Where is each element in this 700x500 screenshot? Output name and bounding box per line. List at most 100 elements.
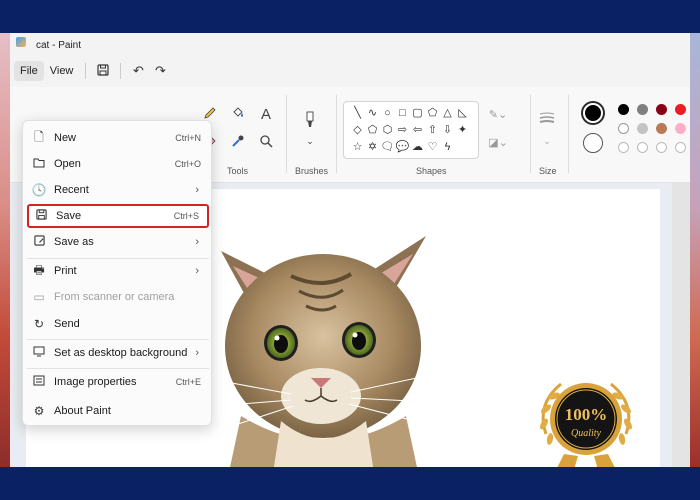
save-icon	[29, 209, 53, 223]
menu-item-open[interactable]: Open Ctrl+O	[27, 152, 209, 176]
brush-icon[interactable]	[300, 111, 320, 131]
menu-item-shortcut: Ctrl+S	[173, 211, 199, 221]
palette-swatch[interactable]	[618, 104, 629, 115]
arrow-down-shape-icon[interactable]: ⇩	[440, 123, 455, 137]
menu-item-about-paint[interactable]: ⚙ About Paint	[27, 399, 209, 423]
right-triangle-shape-icon[interactable]: ◺	[455, 106, 470, 120]
view-menu-button[interactable]: View	[44, 61, 80, 81]
curve-shape-icon[interactable]: ∿	[365, 106, 380, 120]
undo-icon[interactable]: ↶	[127, 63, 149, 79]
printer-icon: 🖶	[33, 262, 45, 277]
primary-color-swatch[interactable]	[583, 103, 603, 123]
menu-item-label: Image properties	[54, 376, 137, 388]
menu-item-label: New	[54, 132, 77, 144]
secondary-color-swatch[interactable]	[583, 133, 603, 153]
four-point-star-shape-icon[interactable]: ✦	[455, 123, 470, 137]
vertical-scrollbar[interactable]	[672, 183, 690, 467]
quality-badge-image: 100% Quality	[540, 382, 632, 467]
callout-oval-shape-icon[interactable]: 💬	[395, 140, 410, 154]
size-group-label: Size	[539, 166, 557, 176]
palette-swatch[interactable]	[656, 123, 667, 134]
redo-icon[interactable]: ↷	[149, 63, 171, 79]
title-bar: cat - Paint	[10, 33, 690, 57]
size-dropdown-chevron-icon[interactable]: ⌄	[537, 131, 557, 151]
menu-item-label: Set as desktop background	[54, 347, 188, 359]
palette-swatch[interactable]	[675, 123, 686, 134]
callout-cloud-shape-icon[interactable]: ☁	[410, 140, 425, 154]
polygon-shape-icon[interactable]: ⬠	[425, 106, 440, 120]
rectangle-shape-icon[interactable]: □	[395, 106, 410, 120]
text-tool-icon[interactable]: A	[256, 105, 276, 125]
color-picker-icon[interactable]	[228, 133, 248, 153]
badge-percent-text: 100%	[565, 405, 608, 424]
oval-shape-icon[interactable]: ○	[380, 106, 395, 120]
desktop-wallpaper-right	[690, 33, 700, 467]
triangle-shape-icon[interactable]: △	[440, 106, 455, 120]
callout-rect-shape-icon[interactable]: 🗨	[380, 140, 395, 154]
lightning-shape-icon[interactable]: ϟ	[440, 140, 455, 154]
fill-bucket-icon[interactable]	[228, 105, 248, 125]
pentagon-shape-icon[interactable]: ⬠	[365, 123, 380, 137]
menu-item-set-desktop-background[interactable]: Set as desktop background ›	[27, 341, 209, 365]
palette-swatch[interactable]	[656, 104, 667, 115]
fill-icon[interactable]: ◪⌄	[488, 133, 508, 153]
menu-item-new[interactable]: 🗋 New Ctrl+N	[27, 126, 209, 150]
palette-swatch[interactable]	[618, 123, 629, 134]
menu-item-label: Save as	[54, 236, 94, 248]
menu-item-label: Send	[54, 318, 80, 330]
file-menu-button[interactable]: File	[14, 61, 44, 81]
menu-bar: File View ↶ ↷	[10, 57, 690, 85]
window-title: cat - Paint	[36, 39, 82, 51]
menu-item-label: About Paint	[54, 405, 111, 417]
menu-item-save-as[interactable]: Save as ›	[27, 230, 209, 254]
arrow-right-shape-icon[interactable]: ⇨	[395, 123, 410, 137]
arrow-up-shape-icon[interactable]: ⇧	[425, 123, 440, 137]
menu-separator	[27, 368, 209, 369]
menu-separator	[27, 339, 209, 340]
scanner-icon: ▭	[33, 290, 45, 304]
menu-item-send[interactable]: ↻ Send	[27, 312, 209, 336]
save-icon[interactable]	[92, 63, 114, 79]
five-point-star-shape-icon[interactable]: ☆	[350, 140, 365, 154]
palette-swatch[interactable]	[675, 104, 686, 115]
hexagon-shape-icon[interactable]: ⬡	[380, 123, 395, 137]
menu-item-shortcut: Ctrl+E	[175, 377, 201, 387]
outline-icon[interactable]: ✎⌄	[488, 105, 508, 125]
menu-item-save[interactable]: Save Ctrl+S	[27, 204, 209, 228]
palette-empty-swatch[interactable]	[656, 142, 667, 153]
menu-item-print[interactable]: 🖶 Print ›	[27, 259, 209, 283]
rounded-rectangle-shape-icon[interactable]: ▢	[410, 106, 425, 120]
palette-empty-swatch[interactable]	[618, 142, 629, 153]
heart-shape-icon[interactable]: ♡	[425, 140, 440, 154]
menu-item-from-scanner[interactable]: ▭ From scanner or camera	[27, 285, 209, 309]
clock-icon: 🕓	[31, 183, 47, 197]
size-lines-icon[interactable]	[537, 109, 557, 129]
palette-swatch[interactable]	[637, 123, 648, 134]
menu-item-label: Save	[56, 210, 82, 222]
chevron-right-icon: ›	[195, 184, 199, 196]
ribbon-divider	[336, 95, 337, 173]
six-point-star-shape-icon[interactable]: ✡	[365, 140, 380, 154]
palette-empty-swatch[interactable]	[675, 142, 686, 153]
menubar-divider	[85, 63, 87, 79]
shapes-group-label: Shapes	[416, 166, 447, 176]
arrow-left-shape-icon[interactable]: ⇦	[410, 123, 425, 137]
menu-item-recent[interactable]: 🕓 Recent ›	[27, 178, 209, 202]
desktop-icon	[27, 346, 51, 360]
magnifier-icon[interactable]	[256, 133, 276, 153]
folder-icon	[27, 157, 51, 171]
menu-item-shortcut: Ctrl+O	[174, 159, 201, 169]
menu-item-label: Print	[54, 265, 77, 277]
menu-item-image-properties[interactable]: Image properties Ctrl+E	[27, 370, 209, 394]
gear-icon: ⚙	[33, 404, 45, 418]
brush-dropdown-chevron-icon[interactable]: ⌄	[300, 131, 320, 151]
shapes-gallery[interactable]: ╲ ∿ ○ □ ▢ ⬠ △ ◺ ◇ ⬠ ⬡ ⇨ ⇦ ⇧ ⇩ ✦ ☆ ✡ 🗨 💬	[343, 101, 479, 159]
tools-group-label: Tools	[227, 166, 249, 176]
palette-swatch[interactable]	[637, 104, 648, 115]
line-shape-icon[interactable]: ╲	[350, 106, 365, 120]
palette-empty-swatch[interactable]	[637, 142, 648, 153]
diamond-shape-icon[interactable]: ◇	[350, 123, 365, 137]
image-properties-icon	[27, 375, 51, 389]
paint-window: cat - Paint File View ↶ ↷ A Tools ⌄ Brus…	[10, 33, 690, 467]
chevron-right-icon: ›	[195, 347, 199, 359]
